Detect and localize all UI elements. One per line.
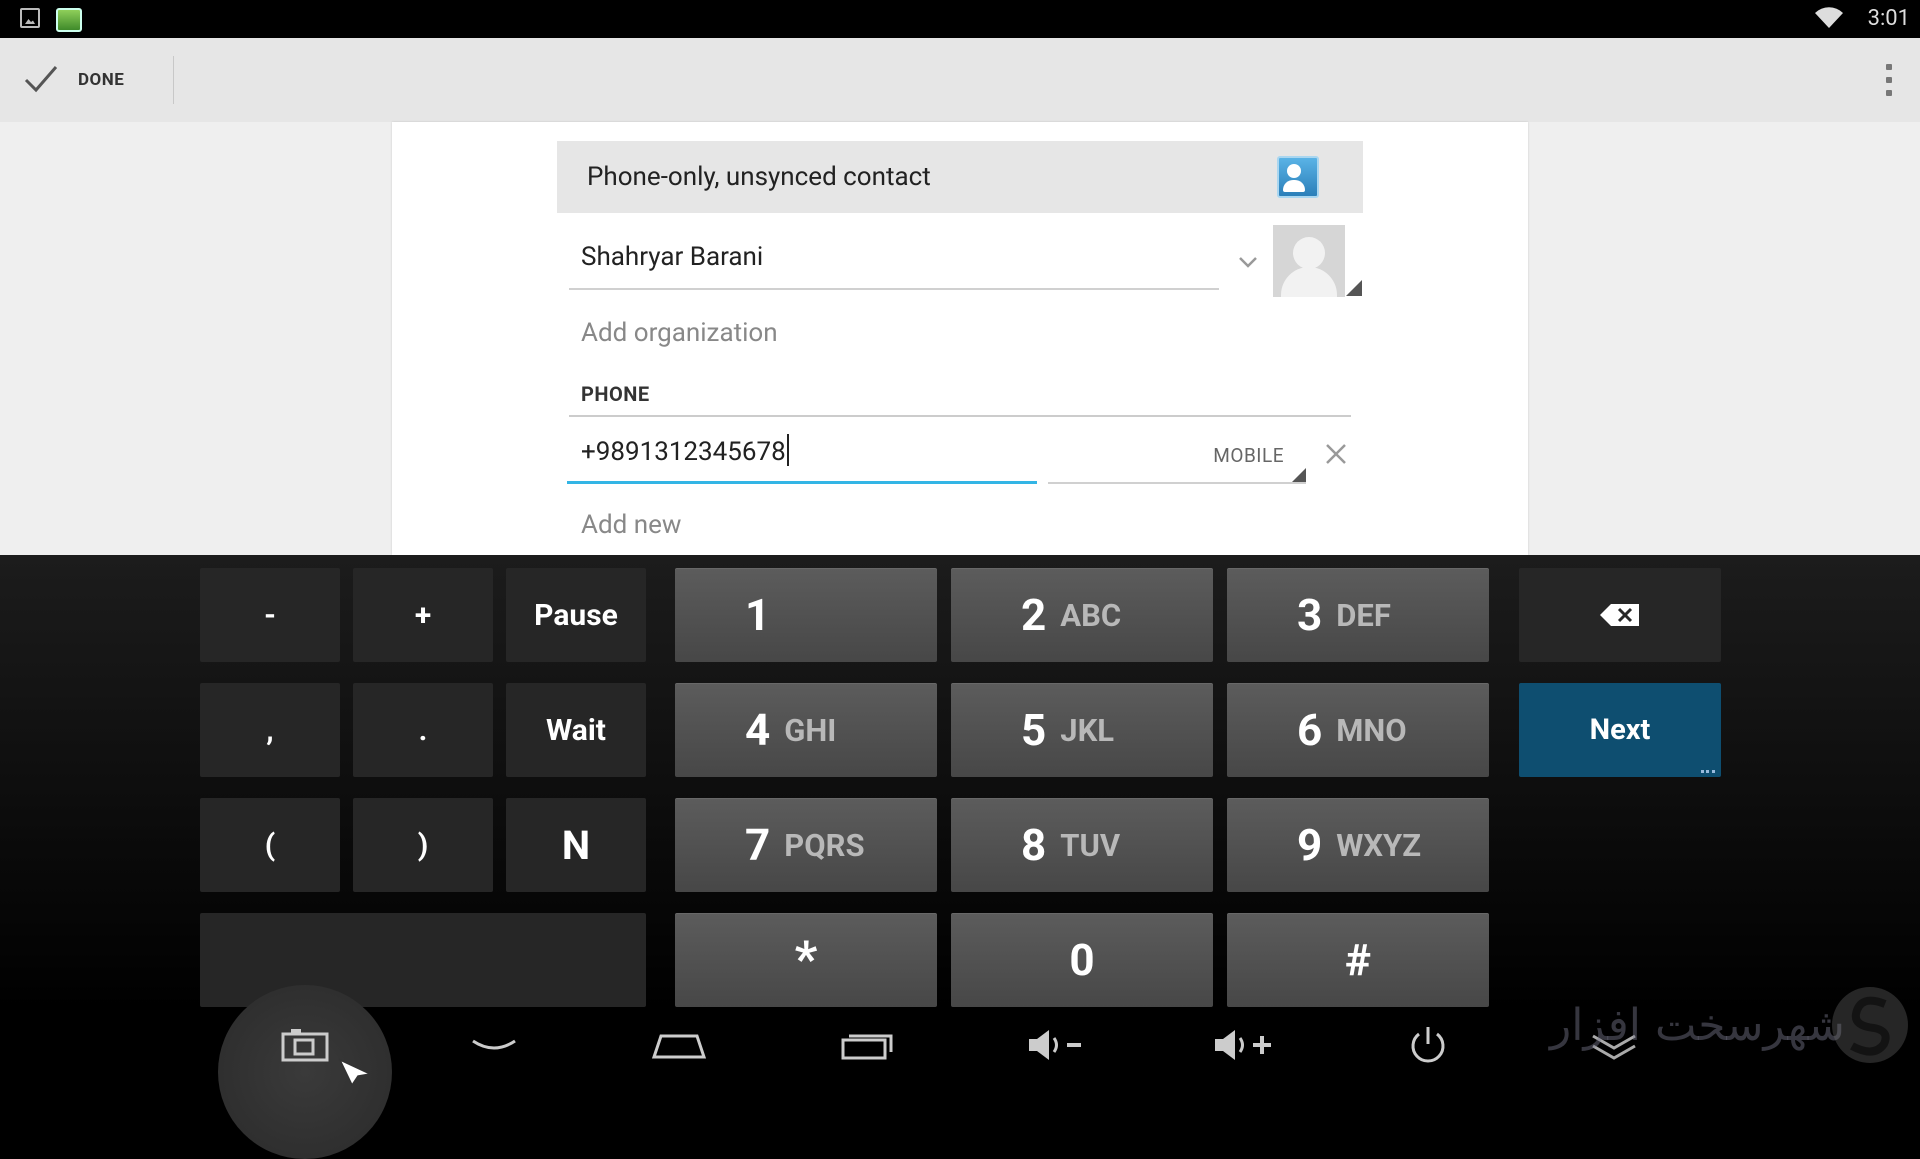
screenshot-button[interactable] <box>265 1010 345 1080</box>
key-0[interactable]: 0 <box>951 913 1213 1007</box>
chevron-down-icon[interactable] <box>1238 256 1258 268</box>
gallery-notification-icon <box>20 8 40 28</box>
phone-number-value: +9891312345678 <box>581 434 789 467</box>
key-9[interactable]: 9 WXYZ <box>1227 798 1489 892</box>
check-icon <box>24 66 58 93</box>
home-icon <box>651 1034 707 1059</box>
backspace-key[interactable] <box>1519 568 1721 662</box>
recents-button[interactable] <box>828 1010 908 1080</box>
spinner-indicator <box>1292 468 1306 482</box>
key-4[interactable]: 4 GHI <box>675 683 937 777</box>
section-divider <box>569 415 1351 417</box>
volume-up-icon <box>1215 1030 1271 1060</box>
status-bar: 3:01 <box>0 0 1920 38</box>
done-label: DONE <box>78 70 125 90</box>
watermark-s-icon <box>1832 987 1908 1063</box>
add-new-phone-link[interactable]: Add new <box>581 510 681 540</box>
key-8[interactable]: 8 TUV <box>951 798 1213 892</box>
phone-type-spinner[interactable]: MOBILE <box>1048 424 1306 484</box>
key-hash[interactable]: # <box>1227 913 1489 1007</box>
key-7[interactable]: 7 PQRS <box>675 798 937 892</box>
key-5[interactable]: 5 JKL <box>951 683 1213 777</box>
watermark-logo: شهرسخت افزار <box>1550 980 1910 1070</box>
name-value: Shahryar Barani <box>581 242 764 272</box>
key-n[interactable]: N <box>506 798 646 892</box>
volume-down-button[interactable] <box>1016 1010 1096 1080</box>
screenshot-icon <box>281 1029 329 1062</box>
key-open-paren[interactable]: ( <box>200 798 340 892</box>
name-field[interactable]: Shahryar Barani <box>569 232 1219 290</box>
recents-icon <box>841 1034 893 1060</box>
volume-up-button[interactable] <box>1204 1010 1284 1080</box>
key-2[interactable]: 2 ABC <box>951 568 1213 662</box>
power-button[interactable] <box>1388 1010 1468 1080</box>
backspace-icon <box>1600 604 1639 626</box>
account-label: Phone-only, unsynced contact <box>587 162 931 192</box>
next-button[interactable]: Next <box>1519 683 1721 777</box>
key-wait[interactable]: Wait <box>506 683 646 777</box>
key-plus[interactable]: + <box>353 568 493 662</box>
add-organization-link[interactable]: Add organization <box>581 318 778 348</box>
overflow-menu-icon[interactable] <box>1886 64 1894 98</box>
action-bar-divider <box>173 56 174 104</box>
key-pause[interactable]: Pause <box>506 568 646 662</box>
key-minus[interactable]: - <box>200 568 340 662</box>
app-notification-icon <box>56 8 82 32</box>
hide-keyboard-button[interactable] <box>454 1010 534 1080</box>
home-button[interactable] <box>639 1010 719 1080</box>
done-button[interactable]: DONE <box>0 38 174 122</box>
phone-section-header: PHONE <box>581 382 650 406</box>
key-period[interactable]: . <box>353 683 493 777</box>
contacts-app-icon <box>1277 156 1319 198</box>
key-1[interactable]: 1 <box>675 568 937 662</box>
remove-phone-icon[interactable] <box>1324 442 1348 466</box>
key-close-paren[interactable]: ) <box>353 798 493 892</box>
key-comma[interactable]: , <box>200 683 340 777</box>
wifi-icon <box>1815 7 1843 29</box>
key-star[interactable]: * <box>675 913 937 1007</box>
key-6[interactable]: 6 MNO <box>1227 683 1489 777</box>
volume-down-icon <box>1029 1030 1081 1060</box>
watermark-text: شهرسخت افزار <box>1550 1000 1845 1051</box>
key-3[interactable]: 3 DEF <box>1227 568 1489 662</box>
status-time: 3:01 <box>1867 6 1910 31</box>
action-bar: DONE <box>0 38 1920 122</box>
phone-number-input[interactable]: +9891312345678 <box>567 424 1037 484</box>
text-caret <box>786 434 789 466</box>
contact-photo[interactable] <box>1273 225 1345 297</box>
mouse-cursor-icon <box>338 1058 372 1086</box>
power-icon <box>1411 1027 1445 1063</box>
phone-type-label: MOBILE <box>1213 444 1284 467</box>
hide-keyboard-icon <box>472 1039 516 1050</box>
account-header: Phone-only, unsynced contact <box>557 141 1363 213</box>
